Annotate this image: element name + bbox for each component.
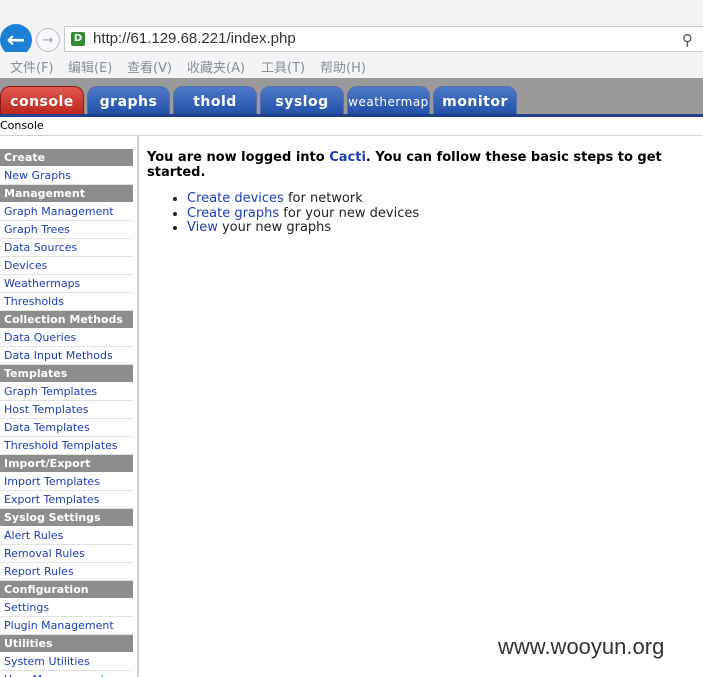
sidebar-item-weathermaps[interactable]: Weathermaps: [0, 275, 133, 293]
menu-favorites[interactable]: 收藏夹(A): [187, 57, 245, 76]
welcome-message: You are now logged into Cacti. You can f…: [147, 150, 697, 180]
tab-graphs[interactable]: graphs: [87, 86, 170, 116]
list-item: View your new graphs: [187, 220, 697, 236]
menu-view[interactable]: 查看(V): [127, 57, 172, 76]
cacti-link[interactable]: Cacti: [329, 150, 366, 165]
list-item: Create devices for network: [187, 191, 697, 207]
site-favicon-icon: D: [71, 32, 85, 46]
url-text[interactable]: http://61.129.68.221/index.php: [93, 30, 296, 47]
sidebar-item-new-graphs[interactable]: New Graphs: [0, 167, 133, 185]
sidebar-item-data-input-methods[interactable]: Data Input Methods: [0, 347, 133, 365]
sidebar-section-import-export: Import/Export: [0, 455, 133, 472]
tab-weathermap[interactable]: weathermap: [347, 86, 430, 116]
forward-arrow-icon[interactable]: →: [36, 28, 60, 52]
sidebar-item-host-templates[interactable]: Host Templates: [0, 401, 133, 419]
sidebar-section-collection-methods: Collection Methods: [0, 311, 133, 328]
tab-syslog[interactable]: syslog: [260, 86, 344, 116]
menu-edit[interactable]: 编辑(E): [68, 57, 112, 76]
menu-help[interactable]: 帮助(H): [320, 57, 366, 76]
sidebar-item-thresholds[interactable]: Thresholds: [0, 293, 133, 311]
sidebar-section-templates: Templates: [0, 365, 133, 382]
tab-monitor[interactable]: monitor: [433, 86, 517, 116]
address-row: ← → D http://61.129.68.221/index.php ⚲: [0, 0, 703, 56]
sidebar-item-data-templates[interactable]: Data Templates: [0, 419, 133, 437]
tab-thold[interactable]: thold: [173, 86, 257, 116]
create-graphs-link[interactable]: Create graphs: [187, 206, 279, 221]
sidebar-item-system-utilities[interactable]: System Utilities: [0, 653, 133, 671]
sidebar-item-import-templates[interactable]: Import Templates: [0, 473, 133, 491]
sidebar-menu: Create New Graphs Management Graph Manageme…: [0, 149, 133, 677]
sidebar-item-settings[interactable]: Settings: [0, 599, 133, 617]
sidebar-section-configuration: Configuration: [0, 581, 133, 598]
sidebar-section-syslog-settings: Syslog Settings: [0, 509, 133, 526]
step-text: for your new devices: [279, 205, 420, 221]
tab-bar: console graphs thold syslog weathermap m…: [0, 78, 703, 116]
sidebar-item-data-sources[interactable]: Data Sources: [0, 239, 133, 257]
sidebar-item-plugin-management[interactable]: Plugin Management: [0, 617, 133, 635]
main-content: You are now logged into Cacti. You can f…: [147, 150, 697, 236]
step-text: your new graphs: [217, 220, 332, 235]
sidebar-item-data-queries[interactable]: Data Queries: [0, 329, 133, 347]
breadcrumb: Console: [0, 117, 703, 136]
sidebar-item-graph-trees[interactable]: Graph Trees: [0, 221, 133, 239]
create-devices-link[interactable]: Create devices: [187, 191, 284, 206]
sidebar-section-management: Management: [0, 185, 133, 202]
sidebar-item-threshold-templates[interactable]: Threshold Templates: [0, 437, 133, 455]
menu-file[interactable]: 文件(F): [10, 57, 54, 76]
welcome-prefix: You are now logged into: [147, 150, 330, 165]
search-icon[interactable]: ⚲: [682, 31, 693, 49]
view-graphs-link[interactable]: View: [187, 220, 218, 235]
menu-bar: 文件(F) 编辑(E) 查看(V) 收藏夹(A) 工具(T) 帮助(H): [0, 52, 703, 78]
sidebar-section-create: Create: [0, 149, 133, 166]
sidebar-item-graph-templates[interactable]: Graph Templates: [0, 383, 133, 401]
sidebar: Create New Graphs Management Graph Manageme…: [0, 136, 139, 677]
sidebar-item-alert-rules[interactable]: Alert Rules: [0, 527, 133, 545]
sidebar-item-devices[interactable]: Devices: [0, 257, 133, 275]
sidebar-item-removal-rules[interactable]: Removal Rules: [0, 545, 133, 563]
menu-tools[interactable]: 工具(T): [261, 57, 305, 76]
getting-started-steps: Create devices for network Create graphs…: [147, 191, 697, 236]
watermark: www.wooyun.org: [498, 634, 665, 659]
step-text: for network: [283, 191, 363, 206]
sidebar-item-report-rules[interactable]: Report Rules: [0, 563, 133, 581]
sidebar-item-user-management[interactable]: User Management: [0, 671, 133, 677]
tab-console[interactable]: console: [0, 86, 84, 116]
sidebar-item-export-templates[interactable]: Export Templates: [0, 491, 133, 509]
address-bar[interactable]: D http://61.129.68.221/index.php ⚲: [64, 26, 703, 52]
sidebar-section-utilities: Utilities: [0, 635, 133, 652]
list-item: Create graphs for your new devices: [187, 205, 697, 222]
browser-chrome: ← → D http://61.129.68.221/index.php ⚲ 文…: [0, 0, 703, 78]
sidebar-item-graph-management[interactable]: Graph Management: [0, 203, 133, 221]
